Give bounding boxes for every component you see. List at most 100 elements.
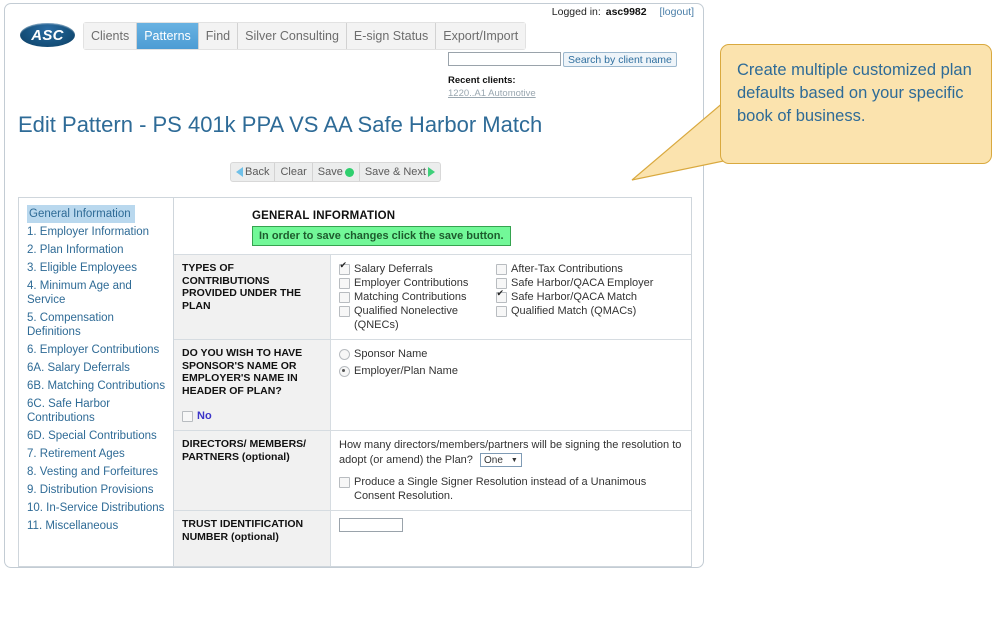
page-title: Edit Pattern - PS 401k PPA VS AA Safe Ha… [18,112,543,137]
sidebar-item-plan-information[interactable]: 2. Plan Information [19,241,173,259]
checkbox-label: Qualified Match (QMACs) [511,305,637,317]
callout-bubble: Create multiple customized plan defaults… [720,44,992,164]
directors-count-value: One [483,454,503,466]
save-status-icon [344,167,354,177]
back-button-label: Back [245,166,270,178]
checkbox-label: Employer Contributions [354,277,469,289]
radio-label: Sponsor Name [354,348,428,360]
checkbox-icon[interactable] [496,289,507,303]
sidebar-item-miscellaneous[interactable]: 11. Miscellaneous [19,517,173,535]
checkbox-label: Qualified Nonelective (QNECs) [354,305,458,331]
save-button[interactable]: Save [313,163,360,181]
back-button[interactable]: Back [231,163,276,181]
types-of-contributions-answers: Salary Deferrals After-Tax Contributions [330,254,691,340]
checkbox-label: Salary Deferrals [354,263,433,275]
sidebar-item-employer-information[interactable]: 1. Employer Information [19,223,173,241]
sidebar-item-minimum-age-and-service[interactable]: 4. Minimum Age and Service [19,277,173,309]
general-information-form-table: TYPES OF CONTRIBUTIONS PROVIDED UNDER TH… [174,254,691,566]
trust-id-input[interactable] [339,518,403,532]
contributions-checkbox-grid: Salary Deferrals After-Tax Contributions [339,261,683,332]
trust-id-label: TRUST IDENTIFICATION NUMBER (optional) [174,510,331,566]
trust-id-answer [330,510,691,566]
sidebar-item-retirement-ages[interactable]: 7. Retirement Ages [19,445,173,463]
nav-tab-export-import[interactable]: Export/Import [436,23,526,49]
section-sidebar: General Information 1. Employer Informat… [19,198,174,566]
radio-employer-plan-name[interactable]: Employer/Plan Name [339,364,683,378]
sidebar-item-employer-contributions[interactable]: 6. Employer Contributions [19,341,173,359]
nav-tab-list: Clients Patterns Find Silver Consulting … [83,22,527,50]
nav-tab-clients[interactable]: Clients [84,23,138,49]
content-panel: General Information 1. Employer Informat… [18,197,692,567]
sidebar-item-salary-deferrals[interactable]: 6A. Salary Deferrals [19,359,173,377]
form-toolbar: Back Clear Save Save & Next [230,162,441,182]
arrow-left-icon [236,167,243,177]
screenshot-root: Logged in: asc9982 [logout] ASC Clients … [0,0,1000,634]
checkbox-label: Safe Harbor/QACA Employer [511,277,654,289]
chevron-down-icon: ▼ [510,456,518,464]
checkbox-icon[interactable] [182,411,193,422]
checkbox-icon[interactable] [496,264,507,275]
header-name-question: DO YOU WISH TO HAVE SPONSOR'S NAME OR EM… [182,347,303,397]
sidebar-item-vesting-and-forfeitures[interactable]: 8. Vesting and Forfeitures [19,463,173,481]
form-row-header-name: DO YOU WISH TO HAVE SPONSOR'S NAME OR EM… [174,339,691,431]
search-input[interactable] [448,52,561,66]
types-of-contributions-label: TYPES OF CONTRIBUTIONS PROVIDED UNDER TH… [174,254,331,340]
sidebar-item-special-contributions[interactable]: 6D. Special Contributions [19,427,173,445]
checkbox-after-tax-contributions[interactable]: After-Tax Contributions [496,262,683,276]
checkbox-single-signer-resolution[interactable]: Produce a Single Signer Resolution inste… [339,475,683,503]
sidebar-item-matching-contributions[interactable]: 6B. Matching Contributions [19,377,173,395]
checkbox-qualified-match-qmacs[interactable]: Qualified Match (QMACs) [496,304,683,332]
form-row-types-of-contributions: TYPES OF CONTRIBUTIONS PROVIDED UNDER TH… [174,254,691,340]
checkbox-label: Matching Contributions [354,291,467,303]
main-navigation: ASC Clients Patterns Find Silver Consult… [5,22,703,50]
checkbox-icon[interactable] [339,261,350,275]
logged-in-username: asc9982 [605,6,647,18]
nav-tab-silver-consulting[interactable]: Silver Consulting [238,23,347,49]
header-name-answers: Sponsor Name Employer/Plan Name [330,339,691,431]
clear-button-label: Clear [280,166,307,178]
sidebar-item-distribution-provisions[interactable]: 9. Distribution Provisions [19,481,173,499]
checkbox-employer-contributions[interactable]: Employer Contributions [339,276,494,290]
checkbox-icon[interactable] [339,306,350,317]
directors-prompt-line: How many directors/members/partners will… [339,438,683,468]
nav-tab-esign-status[interactable]: E-sign Status [346,23,437,49]
no-flag-label: No [197,410,212,422]
logout-link[interactable]: [logout] [660,6,694,18]
checkbox-icon[interactable] [339,292,350,303]
sidebar-item-safe-harbor-contributions[interactable]: 6C. Safe Harbor Contributions [19,395,173,427]
checkbox-matching-contributions[interactable]: Matching Contributions [339,290,494,304]
checkbox-icon[interactable] [496,306,507,317]
recent-clients-label: Recent clients: [448,75,516,86]
save-button-label: Save [317,166,343,178]
radio-icon[interactable] [339,366,350,377]
checkbox-salary-deferrals[interactable]: Salary Deferrals [339,261,494,276]
checkbox-icon[interactable] [339,477,350,488]
nav-tab-find[interactable]: Find [198,23,239,49]
directors-count-select[interactable]: One ▼ [479,453,522,468]
header-name-no-flag[interactable]: No [182,409,322,423]
directors-label: DIRECTORS/ MEMBERS/ PARTNERS (optional) [174,430,331,511]
radio-label: Employer/Plan Name [354,365,458,377]
sidebar-item-general-information[interactable]: General Information [27,205,135,223]
sidebar-item-compensation-definitions[interactable]: 5. Compensation Definitions [19,309,173,341]
checkbox-safe-harbor-qaca-match[interactable]: Safe Harbor/QACA Match [496,289,683,304]
logged-in-label: Logged in: [551,6,601,18]
recent-client-link[interactable]: 1220..A1 Automotive [448,88,536,99]
save-and-next-button[interactable]: Save & Next [360,163,440,181]
search-by-client-name-button[interactable]: Search by client name [563,52,677,67]
nav-tab-patterns[interactable]: Patterns [137,23,199,49]
login-status-bar: Logged in: asc9982 [logout] [552,6,694,18]
sidebar-item-in-service-distributions[interactable]: 10. In-Service Distributions [19,499,173,517]
radio-icon[interactable] [339,349,350,360]
clear-button[interactable]: Clear [275,163,313,181]
save-next-button-label: Save & Next [364,166,426,178]
checkbox-icon[interactable] [339,278,350,289]
checkbox-safe-harbor-qaca-employer[interactable]: Safe Harbor/QACA Employer [496,276,683,290]
radio-sponsor-name[interactable]: Sponsor Name [339,347,683,361]
arrow-right-icon [427,167,435,177]
form-area: GENERAL INFORMATION In order to save cha… [174,198,691,566]
app-window: Logged in: asc9982 [logout] ASC Clients … [4,3,704,568]
checkbox-qualified-nonelective[interactable]: Qualified Nonelective (QNECs) [339,304,494,332]
asc-logo[interactable]: ASC [20,23,75,47]
sidebar-item-eligible-employees[interactable]: 3. Eligible Employees [19,259,173,277]
